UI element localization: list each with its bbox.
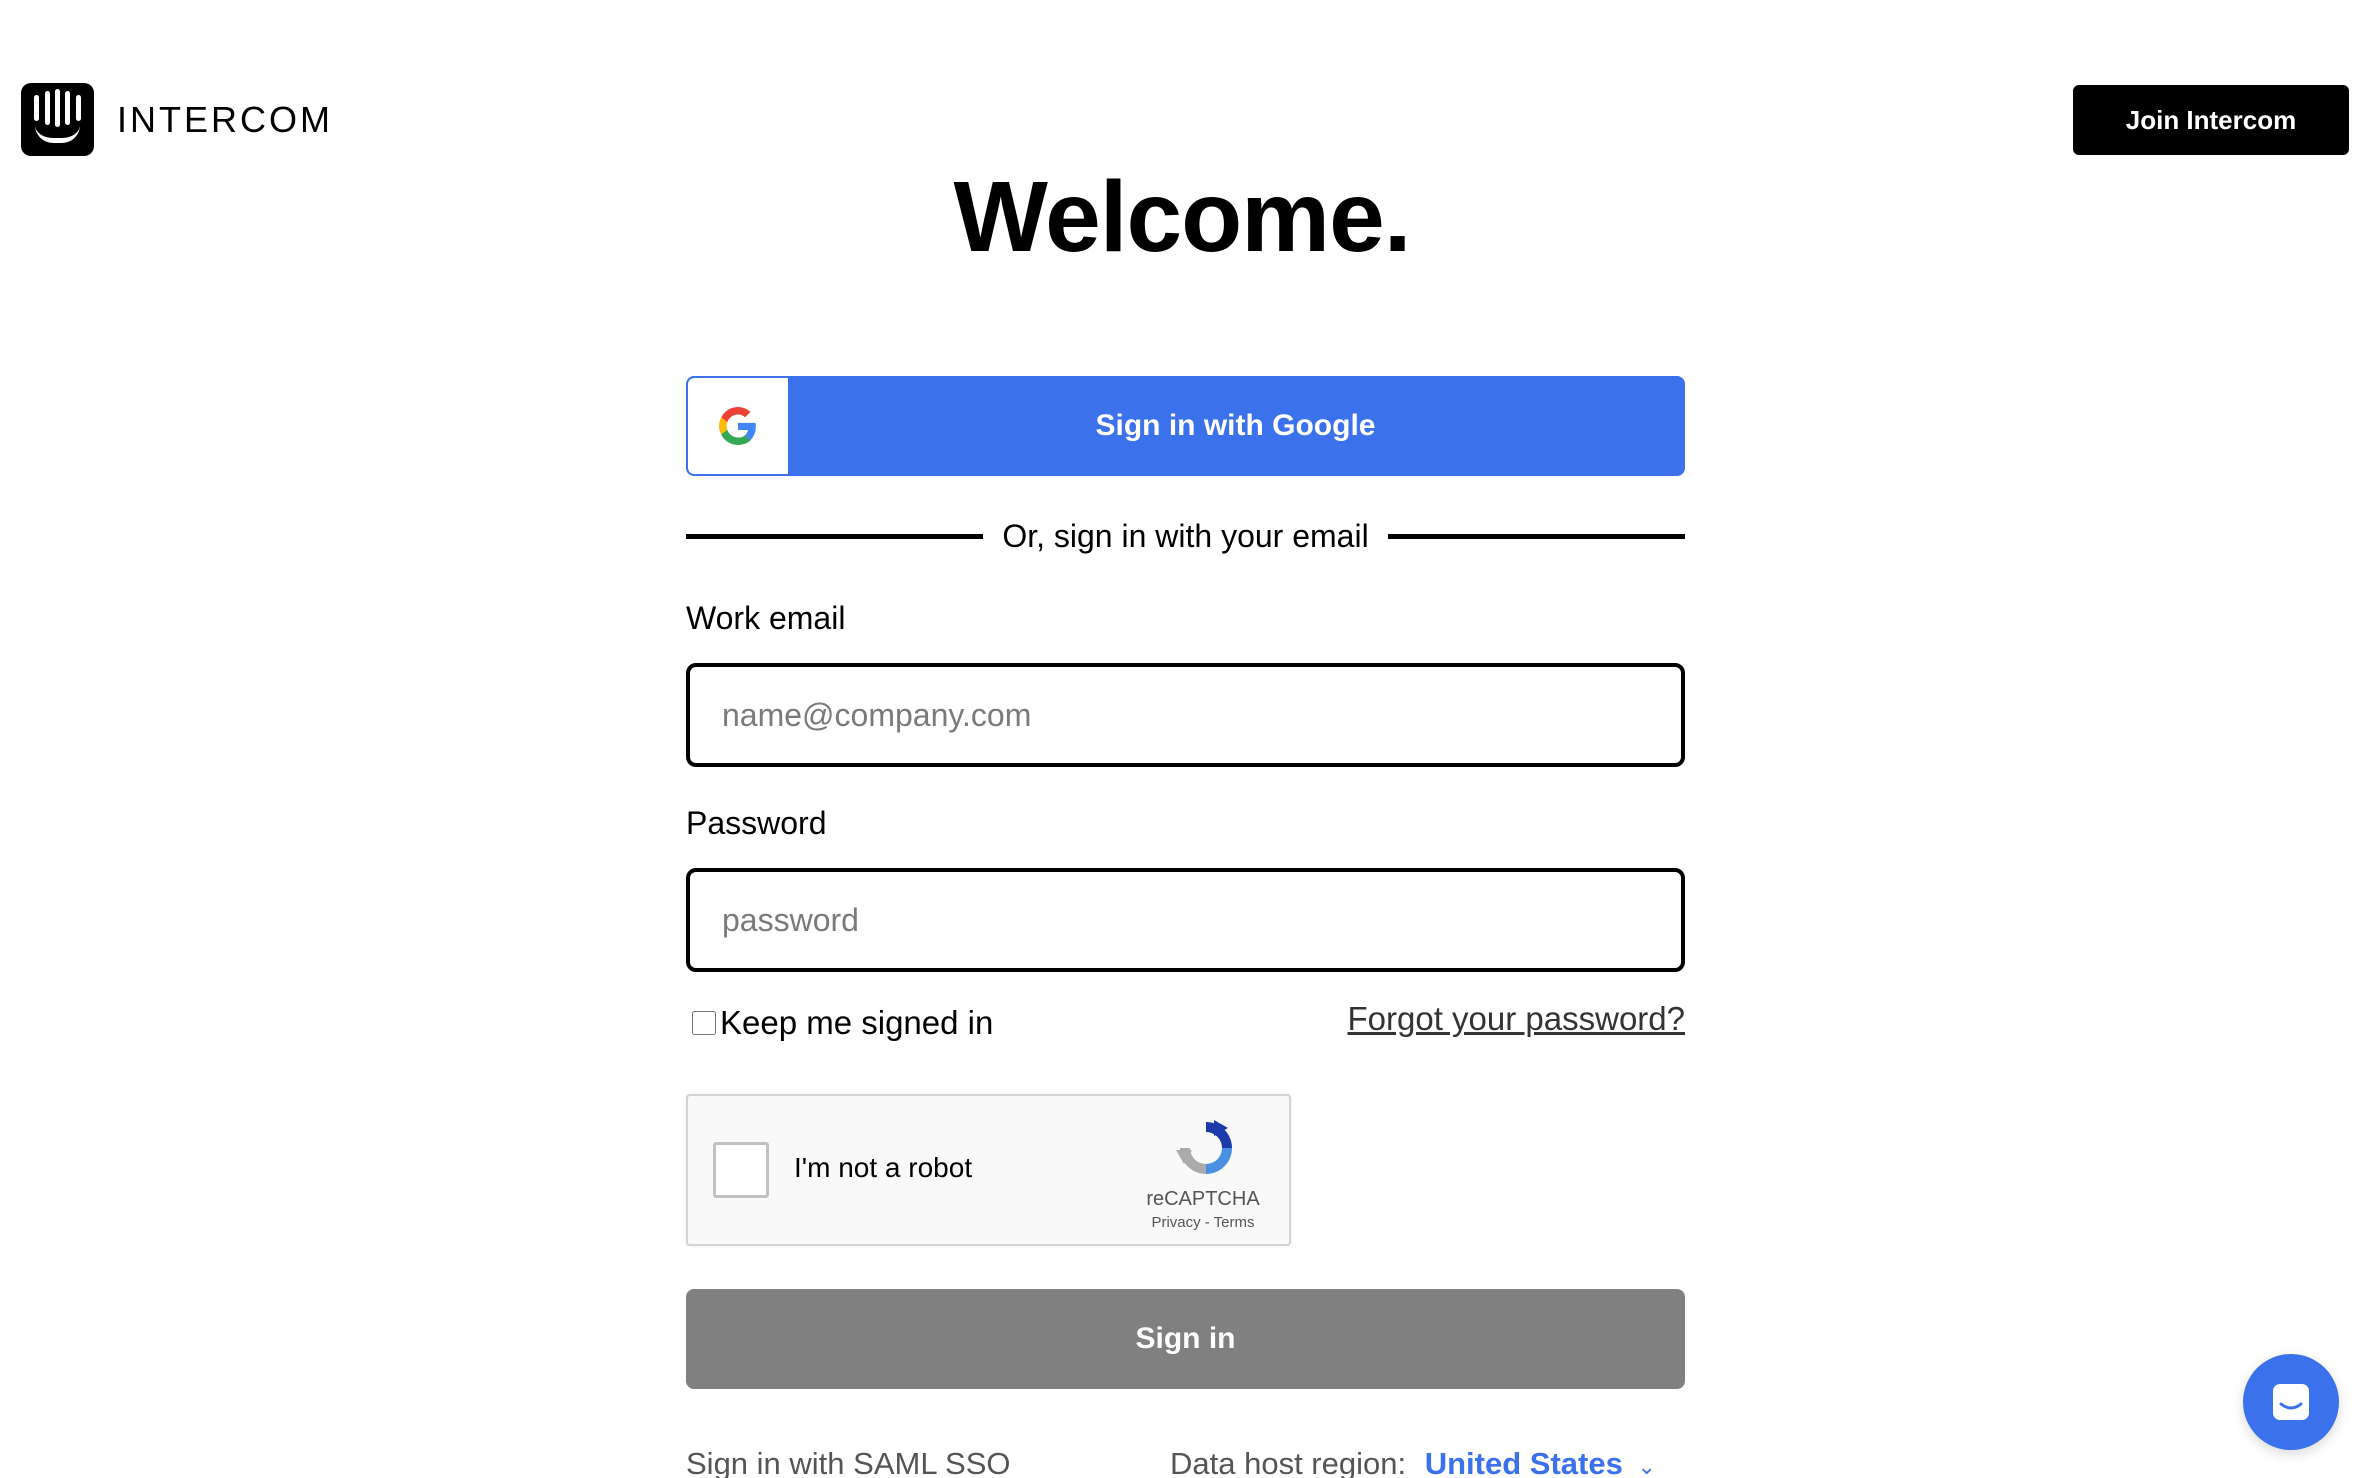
recaptcha-logo-icon — [1176, 1120, 1232, 1174]
divider-line-right — [1387, 533, 1686, 539]
recaptcha-brand: reCAPTCHA — [1146, 1188, 1260, 1210]
sign-in-button[interactable]: Sign in — [686, 1289, 1685, 1389]
chevron-down-icon[interactable]: ⌄ — [1637, 1454, 1655, 1478]
data-host-region: Data host region: United States ⌄ — [1170, 1446, 1656, 1478]
keep-signed-in-label[interactable]: Keep me signed in — [720, 1004, 993, 1042]
google-signin-button[interactable]: Sign in with Google — [686, 376, 1685, 476]
login-page: INTERCOM Join Intercom Welcome. Sign in … — [0, 0, 2364, 1478]
keep-signed-in: Keep me signed in — [692, 1004, 993, 1042]
recaptcha-checkbox[interactable] — [713, 1142, 769, 1198]
email-label: Work email — [686, 600, 846, 636]
google-icon-box — [688, 378, 788, 474]
divider-line-left — [686, 533, 984, 539]
google-signin-label: Sign in with Google — [1095, 409, 1376, 442]
chat-bubble-icon — [2273, 1384, 2309, 1420]
page-title: Welcome. — [953, 161, 1412, 273]
keep-signed-in-checkbox[interactable] — [692, 1011, 716, 1035]
password-label: Password — [686, 805, 827, 841]
forgot-password-link[interactable]: Forgot your password? — [1348, 1000, 1686, 1038]
google-g-icon — [719, 407, 756, 445]
region-select[interactable]: United States — [1425, 1446, 1623, 1478]
email-field[interactable] — [686, 663, 1685, 767]
recaptcha-label: I'm not a robot — [794, 1152, 973, 1183]
messenger-launcher-button[interactable] — [2243, 1354, 2339, 1450]
intercom-logo[interactable]: INTERCOM — [21, 83, 333, 156]
intercom-logo-icon — [21, 83, 94, 156]
email-divider: Or, sign in with your email — [686, 512, 1686, 560]
join-intercom-button[interactable]: Join Intercom — [2073, 85, 2349, 155]
recaptcha-widget: I'm not a robot reCAPTCHA Privacy - Term… — [686, 1094, 1291, 1246]
divider-text: Or, sign in with your email — [1002, 517, 1369, 554]
recaptcha-links[interactable]: Privacy - Terms — [1128, 1214, 1278, 1231]
saml-sso-link[interactable]: Sign in with SAML SSO — [686, 1446, 1011, 1478]
logo-text: INTERCOM — [117, 98, 333, 140]
region-label: Data host region: — [1170, 1446, 1407, 1478]
password-field[interactable] — [686, 868, 1685, 972]
